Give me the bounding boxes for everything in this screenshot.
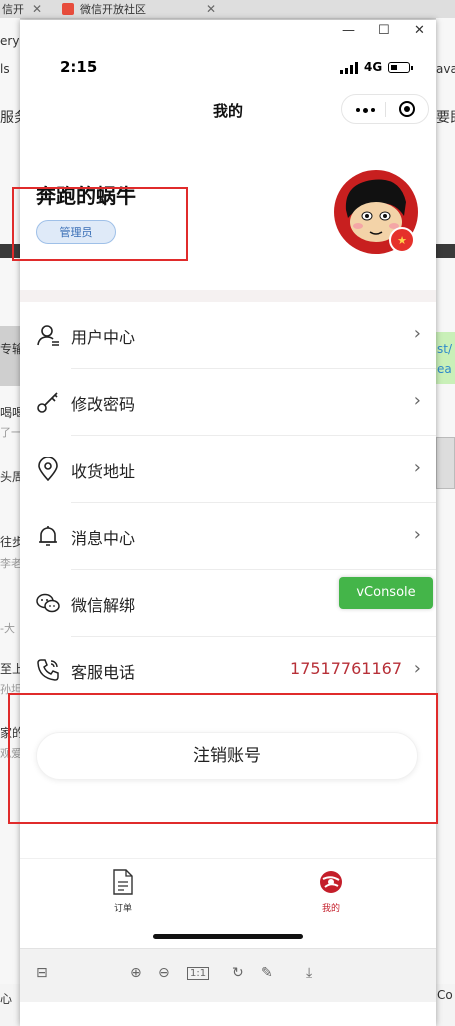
menu-item-message-center[interactable]: 消息中心 ›: [20, 503, 436, 570]
menu-item-label: 客服电话: [71, 663, 136, 682]
background-page-right: [436, 18, 455, 1026]
close-icon[interactable]: ✕: [414, 23, 425, 38]
zoom-in-icon[interactable]: ⊕: [130, 965, 142, 981]
role-badge: 管理员: [36, 220, 116, 244]
tab-mine[interactable]: 我的: [301, 869, 361, 914]
close-icon[interactable]: ✕: [206, 2, 216, 16]
more-icon[interactable]: [356, 107, 375, 113]
chevron-right-icon: ›: [413, 323, 421, 344]
download-icon[interactable]: ⤓: [306, 965, 312, 981]
background-text: 观爱: [0, 747, 22, 760]
avatar[interactable]: ★: [334, 170, 418, 254]
background-text: -大: [0, 622, 15, 635]
menu-item-label: 修改密码: [71, 395, 136, 414]
battery-icon: [388, 62, 410, 73]
section-divider: [20, 290, 436, 302]
status-time: 2:15: [60, 58, 98, 76]
nav-bar: 我的: [20, 92, 436, 128]
browser-tab-strip: 信开 ✕ 微信开放社区 ✕: [0, 0, 455, 19]
wechat-tab-icon: [62, 3, 74, 15]
profile-logo-icon: [320, 871, 342, 893]
menu-item-label: 消息中心: [71, 529, 136, 548]
rotate-icon[interactable]: ↻: [232, 965, 244, 981]
document-icon: [113, 869, 133, 895]
menu-item-label: 微信解绑: [71, 596, 136, 615]
edit-icon[interactable]: ✎: [261, 965, 273, 981]
window-controls: — ☐ ✕: [20, 20, 436, 44]
menu-item-label: 用户中心: [71, 328, 136, 347]
status-bar: 2:15 4G: [20, 58, 436, 80]
background-text: 李老: [0, 557, 22, 570]
logout-button[interactable]: 注销账号: [36, 732, 418, 780]
menu-item-shipping-address[interactable]: 收货地址 ›: [20, 436, 436, 503]
wechat-icon: [36, 593, 60, 613]
menu-item-customer-service[interactable]: 客服电话 17517761167 ›: [20, 637, 436, 704]
network-type: 4G: [364, 60, 383, 74]
layout-icon[interactable]: ⊟: [36, 965, 48, 981]
close-miniprogram-icon[interactable]: [399, 101, 415, 117]
background-text: 心: [0, 992, 13, 1006]
zoom-reset-icon[interactable]: 1:1: [187, 967, 210, 980]
user-icon: [37, 325, 59, 346]
key-icon: [37, 392, 58, 413]
simulator-toolbar: ⊟ ⊕ ⊖ 1:1 ↻ ✎ ⤓: [20, 948, 436, 1002]
vconsole-button[interactable]: vConsole: [339, 577, 433, 609]
background-text: st/: [437, 342, 452, 356]
simulator-window: — ☐ ✕ 2:15 4G 我的 奔跑的蜗牛 管理员 ★ 用户中心 › 修改密码…: [8, 20, 438, 1026]
zoom-out-icon[interactable]: ⊖: [158, 965, 170, 981]
bell-icon: [39, 526, 57, 546]
chevron-right-icon: ›: [413, 524, 421, 545]
tab-orders[interactable]: 订单: [93, 869, 153, 914]
background-text: ls: [0, 62, 10, 76]
browser-tab-active[interactable]: 微信开放社区 ✕: [62, 0, 216, 18]
phone-number[interactable]: 17517761167: [290, 659, 402, 678]
background-page-left: [0, 18, 20, 1026]
signal-icon: [340, 62, 358, 74]
username: 奔跑的蜗牛: [36, 184, 136, 208]
capsule-menu: [341, 94, 429, 124]
location-pin-icon: [38, 457, 58, 481]
chevron-right-icon: ›: [413, 390, 421, 411]
background-text: ava: [436, 62, 455, 76]
chevron-right-icon: ›: [413, 658, 421, 679]
background-link-block: [436, 332, 455, 384]
chevron-right-icon: ›: [413, 457, 421, 478]
svg-text:★: ★: [397, 234, 407, 247]
tab-bar: 订单 我的: [20, 858, 436, 917]
background-text: 孙坦: [0, 683, 22, 696]
background-text: ea: [437, 362, 452, 376]
background-text: 要即: [436, 110, 455, 126]
background-text: 了一: [0, 426, 22, 439]
browser-tab[interactable]: 信开 ✕: [2, 0, 42, 18]
menu-item-user-center[interactable]: 用户中心 ›: [20, 302, 436, 369]
background-thumbnail: [436, 437, 455, 489]
home-indicator: [153, 934, 303, 939]
minimize-icon[interactable]: —: [342, 23, 355, 38]
phone-icon: [37, 659, 59, 681]
menu-item-change-password[interactable]: 修改密码 ›: [20, 369, 436, 436]
menu-item-label: 收货地址: [71, 462, 136, 481]
background-text: Co: [437, 988, 453, 1002]
close-icon[interactable]: ✕: [32, 2, 42, 16]
maximize-icon[interactable]: ☐: [378, 23, 390, 38]
